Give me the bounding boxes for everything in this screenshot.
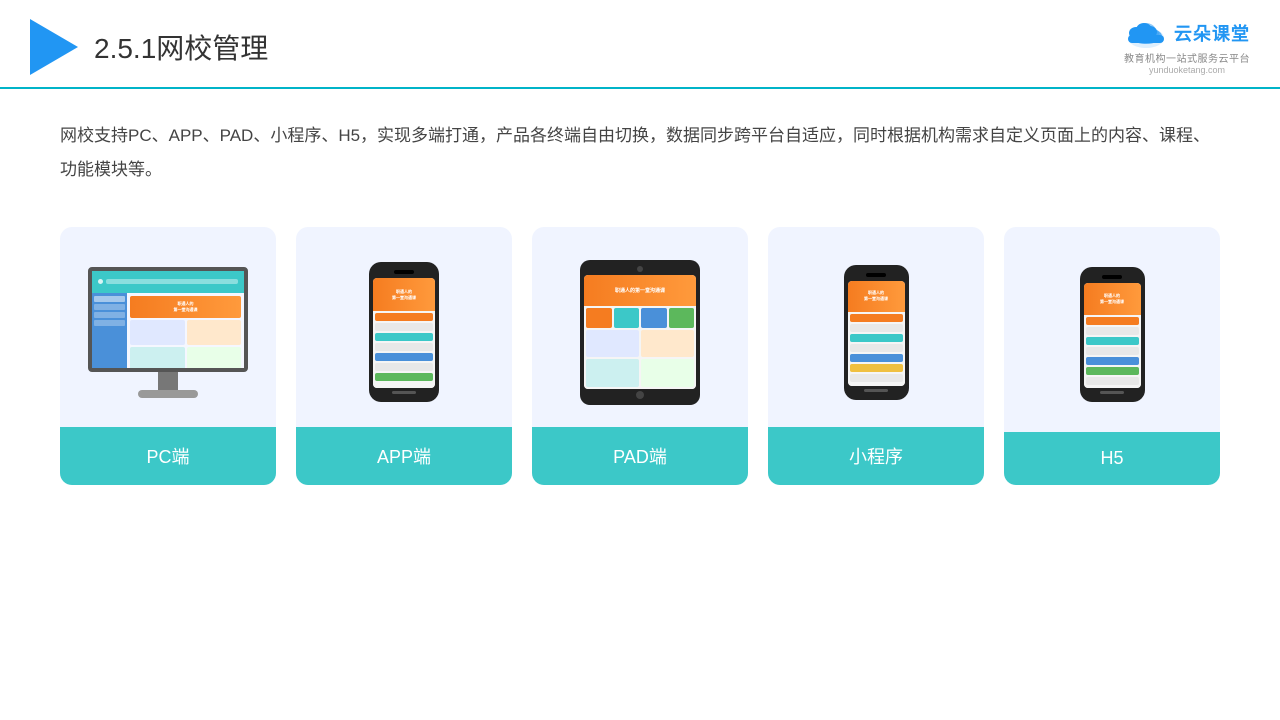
miniapp-phone-screen: 职通人的第一堂沟通课 — [848, 281, 905, 386]
monitor-neck — [158, 372, 178, 390]
card-pad-image: 职通人的第一堂沟通课 — [532, 227, 748, 427]
phone-screen-body — [373, 311, 435, 388]
logo-brand-name: 云朵课堂 — [1174, 20, 1250, 46]
pc-monitor-mockup: 职通人的第一堂沟通课 — [88, 267, 248, 398]
card-miniapp-image: 职通人的第一堂沟通课 — [768, 227, 984, 427]
tablet-screen-top: 职通人的第一堂沟通课 — [584, 275, 696, 307]
card-app-image: 职通人的第一堂沟通课 — [296, 227, 512, 427]
monitor-base — [138, 390, 198, 398]
cloud-logo-icon — [1124, 18, 1168, 48]
card-pad: 职通人的第一堂沟通课 — [532, 227, 748, 485]
miniapp-phone-body: 职通人的第一堂沟通课 — [844, 265, 909, 400]
h5-phone-body: 职通人的第一堂沟通课 — [1080, 267, 1145, 402]
monitor-screen: 职通人的第一堂沟通课 — [88, 267, 248, 372]
platform-cards: 职通人的第一堂沟通课 PC端 — [0, 197, 1280, 505]
miniapp-phone-mockup: 职通人的第一堂沟通课 — [844, 265, 909, 400]
header-left: 2.5.1网校管理 — [30, 19, 268, 75]
logo-url: yunduoketang.com — [1149, 65, 1225, 75]
phone-body: 职通人的第一堂沟通课 — [369, 262, 439, 402]
logo-cloud-area: 云朵课堂 — [1124, 18, 1250, 48]
tablet-camera — [637, 266, 643, 272]
card-h5: 职通人的第一堂沟通课 — [1004, 227, 1220, 485]
phone-notch — [394, 270, 414, 274]
header: 2.5.1网校管理 云朵课堂 教育机构一站式服务云平台 yunduoketang… — [0, 0, 1280, 89]
card-app: 职通人的第一堂沟通课 — [296, 227, 512, 485]
card-miniapp-label: 小程序 — [768, 427, 984, 485]
card-pc-label: PC端 — [60, 427, 276, 485]
tablet-body: 职通人的第一堂沟通课 — [580, 260, 700, 405]
tablet-mockup: 职通人的第一堂沟通课 — [580, 260, 700, 405]
h5-phone-screen: 职通人的第一堂沟通课 — [1084, 283, 1141, 388]
logo-tagline: 教育机构一站式服务云平台 — [1124, 50, 1250, 65]
brand-logo-icon — [30, 19, 78, 75]
phone-home-indicator — [392, 391, 416, 394]
page-title: 2.5.1网校管理 — [94, 27, 268, 67]
company-logo: 云朵课堂 教育机构一站式服务云平台 yunduoketang.com — [1124, 18, 1250, 75]
description-text: 网校支持PC、APP、PAD、小程序、H5，实现多端打通，产品各终端自由切换，数… — [0, 89, 1280, 197]
card-h5-label: H5 — [1004, 432, 1220, 485]
h5-phone-mockup: 职通人的第一堂沟通课 — [1080, 267, 1145, 402]
card-pad-label: PAD端 — [532, 427, 748, 485]
card-h5-image: 职通人的第一堂沟通课 — [1004, 227, 1220, 432]
card-pc-image: 职通人的第一堂沟通课 — [60, 227, 276, 427]
card-pc: 职通人的第一堂沟通课 PC端 — [60, 227, 276, 485]
card-miniapp: 职通人的第一堂沟通课 — [768, 227, 984, 485]
tablet-screen: 职通人的第一堂沟通课 — [584, 275, 696, 389]
app-phone-mockup: 职通人的第一堂沟通课 — [369, 262, 439, 402]
card-app-label: APP端 — [296, 427, 512, 485]
phone-screen: 职通人的第一堂沟通课 — [373, 278, 435, 388]
phone-screen-top: 职通人的第一堂沟通课 — [373, 278, 435, 311]
